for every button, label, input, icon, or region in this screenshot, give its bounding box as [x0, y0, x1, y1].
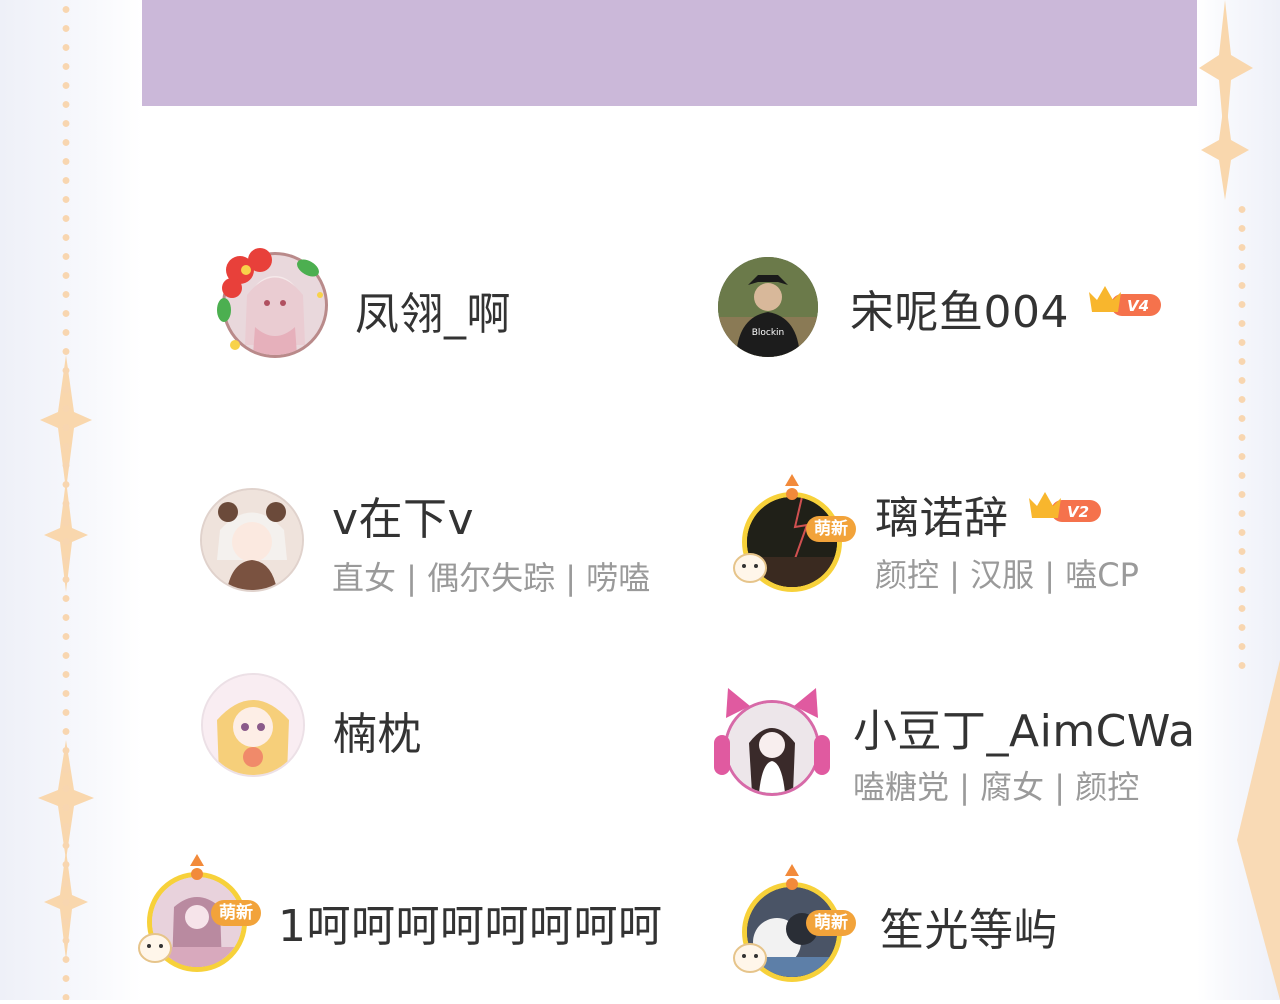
user-name: 璃诺辞 [875, 493, 1009, 544]
user-name: v在下v [332, 494, 475, 545]
user-name: 笙光等屿 [880, 905, 1058, 956]
user-card[interactable]: 小豆丁_AimCWa 嗑糖党 | 腐女 | 颜控 [710, 680, 1200, 806]
svg-text:Blockin: Blockin [752, 328, 785, 338]
user-card[interactable]: 萌新 璃诺辞 V2 颜控 | 汉服 | 嗑CP [730, 470, 1190, 600]
user-name: 凤翎_啊 [355, 289, 511, 340]
newbie-badge: 萌新 [806, 910, 856, 936]
crown-icon [1089, 286, 1121, 312]
newbie-badge: 萌新 [806, 516, 856, 542]
vip-badge: V4 [1085, 280, 1163, 324]
user-tags: 嗑糖党 | 腐女 | 颜控 [853, 768, 1140, 806]
header-banner [142, 0, 1197, 106]
crown-icon [1029, 492, 1061, 518]
cat-headphone-frame-icon [714, 688, 830, 775]
user-card[interactable]: 萌新 笙光等屿 [730, 860, 1190, 990]
left-decoration [0, 0, 142, 1000]
user-tags: 颜控 | 汉服 | 嗑CP [875, 556, 1139, 594]
user-name: 小豆丁_AimCWa [853, 706, 1196, 757]
vip-level: V2 [1067, 503, 1089, 521]
newbie-badge: 萌新 [211, 900, 261, 926]
vip-badge: V2 [1025, 486, 1103, 530]
sparkle-decoration-icon [38, 355, 94, 960]
avatar[interactable] [201, 673, 305, 777]
vip-level: V4 [1127, 297, 1149, 315]
avatar[interactable] [200, 488, 304, 592]
user-name: 宋呢鱼004 [850, 287, 1069, 338]
user-card[interactable]: 凤翎_啊 [210, 240, 630, 370]
avatar[interactable]: Blockin [718, 257, 818, 357]
dotted-border-left [61, 0, 71, 1000]
user-card[interactable]: 楠枕 [195, 665, 655, 785]
user-name: 楠枕 [333, 709, 422, 760]
user-card[interactable]: 萌新 1呵呵呵呵呵呵呵呵 [135, 850, 695, 980]
user-name: 1呵呵呵呵呵呵呵呵 [278, 901, 663, 952]
dotted-border-right [1237, 200, 1247, 670]
user-card[interactable]: v在下v 直女 | 偶尔失踪 | 唠嗑 [195, 480, 665, 600]
user-card[interactable]: Blockin 宋呢鱼004 V4 [715, 250, 1185, 365]
user-tags: 直女 | 偶尔失踪 | 唠嗑 [332, 559, 651, 597]
flower-frame-icon [217, 248, 323, 350]
